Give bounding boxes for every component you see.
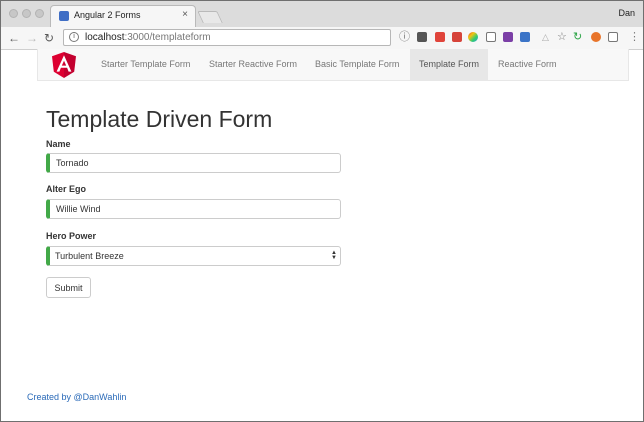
nav-item-starter-reactive-form[interactable]: Starter Reactive Form	[200, 49, 306, 80]
tab-title: Angular 2 Forms	[74, 10, 141, 20]
alter-ego-label: Alter Ego	[46, 184, 87, 194]
nav-item-template-form[interactable]: Template Form	[410, 49, 488, 80]
flipboard-extension-icon[interactable]	[435, 32, 445, 42]
nav-item-basic-template-form[interactable]: Basic Template Form	[306, 49, 408, 80]
select-arrows-icon[interactable]: ▲ ▼	[331, 250, 337, 261]
reload-icon[interactable]: ↻	[44, 30, 54, 46]
tab-close-icon[interactable]: ×	[182, 9, 188, 21]
refresh-extension-icon[interactable]: ↻	[573, 30, 582, 44]
url-path: :3000/templateform	[124, 32, 211, 43]
close-window-button[interactable]	[9, 9, 18, 18]
submit-button[interactable]: Submit	[46, 277, 91, 298]
hero-power-label: Hero Power	[46, 231, 97, 241]
browser-toolbar: ← → ↻ i localhost:3000/templateform ⓘ △ …	[1, 27, 643, 50]
bookmark-star-icon[interactable]: ☆	[557, 30, 567, 44]
maximize-window-button[interactable]	[35, 9, 44, 18]
minimize-window-button[interactable]	[22, 9, 31, 18]
alter-ego-input[interactable]	[46, 199, 341, 219]
angular-logo-icon[interactable]	[52, 52, 76, 78]
tab-strip: Angular 2 Forms × Dan	[1, 1, 643, 27]
navbar: Starter Template Form Starter Reactive F…	[37, 49, 629, 81]
color-extension-icon[interactable]	[468, 32, 478, 42]
warning-extension-icon[interactable]: △	[542, 30, 549, 44]
url-host: localhost	[85, 32, 125, 43]
footer-credit-link[interactable]: Created by @DanWahlin	[27, 392, 126, 402]
forward-arrow-icon[interactable]: →	[26, 30, 38, 46]
translate-extension-icon[interactable]	[520, 32, 530, 42]
page-title: Template Driven Form	[46, 106, 273, 132]
browser-tab[interactable]: Angular 2 Forms ×	[50, 5, 196, 27]
name-label: Name	[46, 139, 71, 149]
url-text[interactable]: localhost:3000/templateform	[85, 32, 211, 43]
browser-window: Angular 2 Forms × Dan ← → ↻ i localhost:…	[0, 0, 644, 422]
nav-item-starter-template-form[interactable]: Starter Template Form	[92, 49, 199, 80]
address-bar[interactable]: i localhost:3000/templateform	[63, 29, 391, 46]
nav-item-reactive-form[interactable]: Reactive Form	[489, 49, 566, 80]
onenote-extension-icon[interactable]	[503, 32, 513, 42]
new-tab-button[interactable]	[197, 11, 223, 23]
orange-extension-icon[interactable]	[591, 32, 601, 42]
browser-menu-icon[interactable]: ⋮	[629, 30, 640, 44]
name-input[interactable]	[46, 153, 341, 173]
hero-power-select[interactable]: Turbulent Breeze	[46, 246, 341, 266]
hero-power-selected-value: Turbulent Breeze	[55, 251, 124, 261]
angular-favicon-icon	[59, 11, 69, 21]
clipboard-extension-icon[interactable]	[486, 32, 496, 42]
pocket-extension-icon[interactable]	[417, 32, 427, 42]
profile-name[interactable]: Dan	[618, 8, 635, 18]
site-info-icon[interactable]: i	[69, 32, 79, 42]
back-arrow-icon[interactable]: ←	[8, 30, 20, 46]
screenshot-extension-icon[interactable]	[608, 32, 618, 42]
save-extension-icon[interactable]	[452, 32, 462, 42]
reader-info-icon[interactable]: ⓘ	[399, 30, 410, 44]
